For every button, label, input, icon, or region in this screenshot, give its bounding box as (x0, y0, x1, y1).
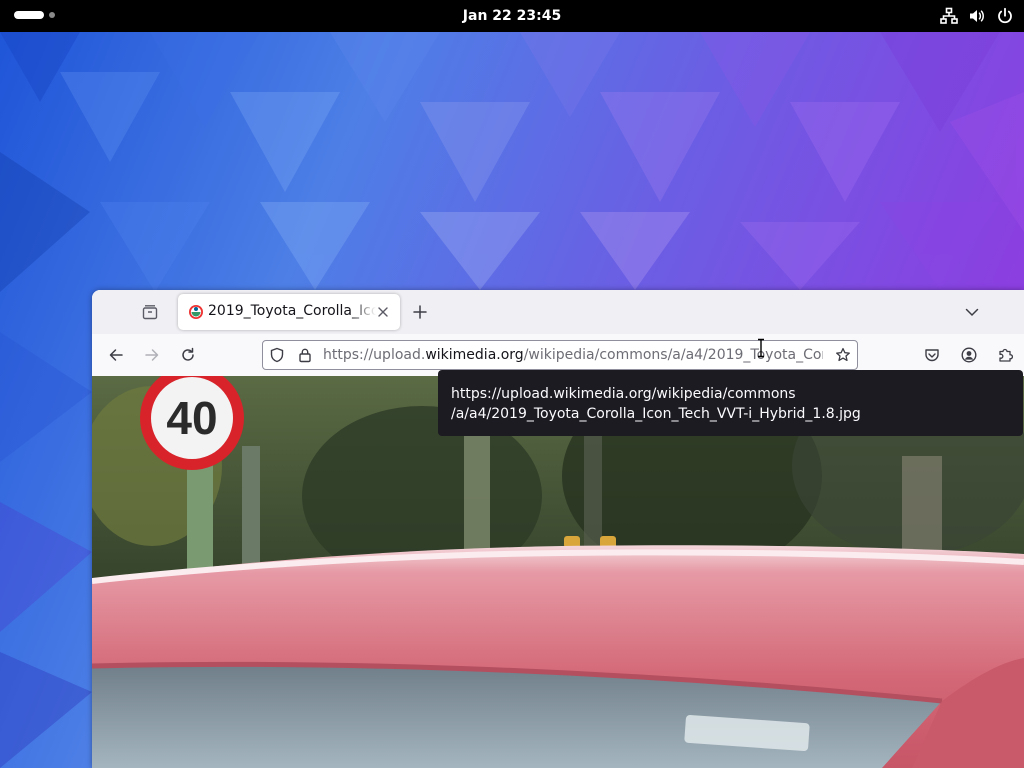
close-tab-icon[interactable] (374, 303, 392, 321)
tab-title: 2019_Toyota_Corolla_Icon_Tech_VVT-i_Hybr… (208, 303, 376, 319)
workspace-active-pill (14, 11, 44, 19)
url-host: wikimedia.org (425, 347, 524, 363)
forward-arrow-icon[interactable] (142, 345, 162, 365)
url-bar[interactable]: https://upload.wikimedia.org/wikipedia/c… (262, 340, 858, 370)
tab-active[interactable]: 2019_Toyota_Corolla_Icon_Tech_VVT-i_Hybr… (178, 294, 400, 330)
tab-bar: 2019_Toyota_Corolla_Icon_Tech_VVT-i_Hybr… (92, 290, 1024, 334)
list-all-tabs-chevron-down-icon[interactable] (962, 303, 982, 321)
clock[interactable]: Jan 22 23:45 (463, 8, 561, 24)
bookmark-star-icon[interactable] (835, 347, 851, 363)
url-tooltip: https://upload.wikimedia.org/wikipedia/c… (438, 370, 1023, 436)
tooltip-line-2: /a/a4/2019_Toyota_Corolla_Icon_Tech_VVT-… (451, 406, 861, 422)
new-tab-plus-icon[interactable] (410, 302, 430, 322)
url-scheme: https://upload. (323, 347, 426, 363)
system-tray[interactable] (939, 6, 1014, 26)
top-bar: Jan 22 23:45 (0, 0, 1024, 32)
url-text: https://upload.wikimedia.org/wikipedia/c… (323, 347, 823, 363)
url-path: /wikipedia/commons/a/a4/2019_Toyota_Coro… (523, 347, 823, 363)
speed-limit-value: 40 (166, 392, 217, 444)
tooltip-line-1: https://upload.wikimedia.org/wikipedia/c… (451, 386, 796, 402)
tracking-protection-shield-icon[interactable] (269, 347, 285, 363)
activities-indicator[interactable] (14, 11, 55, 21)
reload-icon[interactable] (178, 345, 198, 365)
pocket-icon[interactable] (922, 345, 942, 365)
wikimedia-favicon (189, 305, 203, 319)
firefox-view-icon[interactable] (140, 302, 160, 322)
workspace-dot (49, 12, 55, 18)
back-arrow-icon[interactable] (106, 345, 126, 365)
network-wired-icon[interactable] (939, 7, 958, 26)
text-cursor-icon (758, 338, 764, 358)
account-icon[interactable] (959, 345, 979, 365)
browser-window: 2019_Toyota_Corolla_Icon_Tech_VVT-i_Hybr… (92, 290, 1024, 768)
power-icon[interactable] (995, 7, 1014, 26)
volume-icon[interactable] (967, 7, 986, 26)
lock-icon[interactable] (297, 347, 313, 363)
extensions-puzzle-icon[interactable] (995, 345, 1015, 365)
